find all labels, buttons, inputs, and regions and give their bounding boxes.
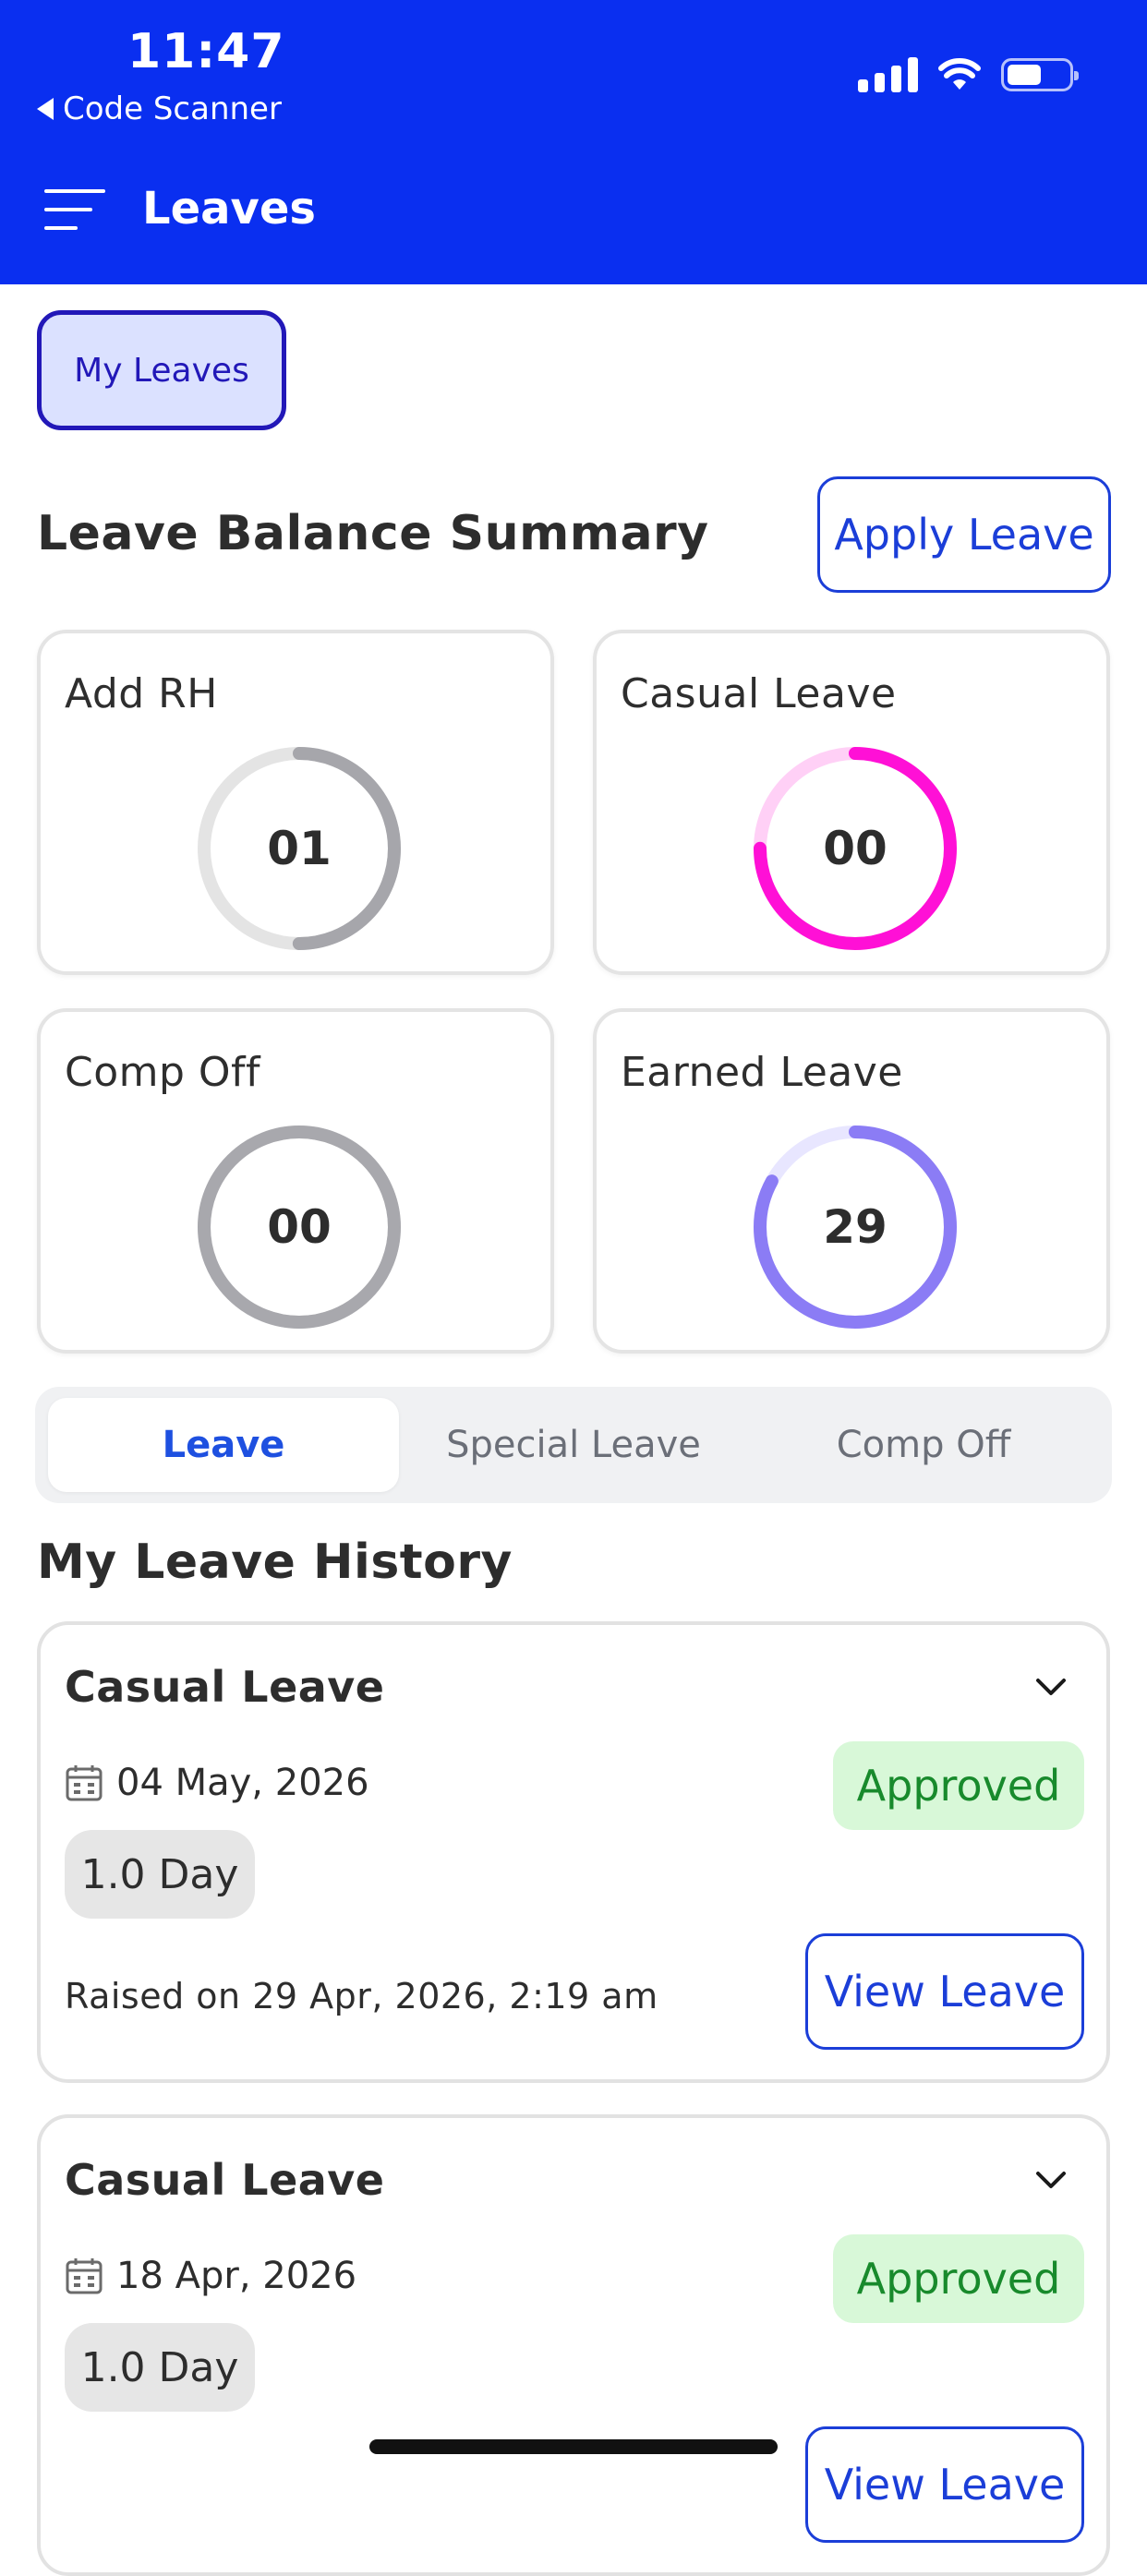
back-app-label: Code Scanner: [63, 90, 282, 127]
status-badge: Approved: [833, 1741, 1084, 1830]
status-badge: Approved: [833, 2234, 1084, 2323]
view-leave-button[interactable]: View Leave: [805, 1933, 1084, 2050]
my-leaves-chip[interactable]: My Leaves: [37, 310, 286, 430]
balance-card-earned-leave[interactable]: Earned Leave 29: [593, 1008, 1110, 1354]
balance-card-label: Earned Leave: [621, 1049, 903, 1096]
balance-card-value: 01: [267, 822, 332, 875]
tab-leave[interactable]: Leave: [48, 1398, 399, 1492]
balance-card-value: 00: [823, 822, 887, 875]
calendar-icon: [66, 2258, 103, 2294]
balance-card-value: 00: [267, 1200, 332, 1254]
balance-card-comp-off[interactable]: Comp Off 00: [37, 1008, 554, 1354]
balance-card-label: Casual Leave: [621, 670, 897, 717]
leave-date-row: 04 May, 2026: [65, 1762, 369, 1804]
view-leave-button[interactable]: View Leave: [805, 2426, 1084, 2543]
menu-icon[interactable]: [44, 189, 105, 232]
tab-special-leave[interactable]: Special Leave: [398, 1398, 749, 1492]
apply-leave-button[interactable]: Apply Leave: [817, 476, 1111, 593]
balance-card-value: 29: [823, 1200, 887, 1254]
leave-history-card[interactable]: Casual Leave 04 May, 2026 Approved 1.0 D…: [37, 1621, 1110, 2083]
leave-type-tabs: Leave Special Leave Comp Off: [35, 1387, 1112, 1503]
raised-on-text: Raised on 29 Apr, 2026, 2:19 am: [65, 1976, 658, 2016]
balance-card-label: Comp Off: [65, 1049, 261, 1096]
leave-date: 18 Apr, 2026: [116, 2255, 357, 2297]
leave-type: Casual Leave: [65, 1662, 385, 1712]
history-title: My Leave History: [37, 1535, 513, 1590]
calendar-icon: [66, 1765, 103, 1801]
battery-icon: [1001, 58, 1079, 91]
leave-date: 04 May, 2026: [116, 1762, 369, 1804]
tab-comp-off[interactable]: Comp Off: [748, 1398, 1099, 1492]
balance-card-add-rh[interactable]: Add RH 01: [37, 630, 554, 975]
chevron-down-icon[interactable]: [1032, 1673, 1069, 1701]
chevron-down-icon[interactable]: [1032, 2166, 1069, 2194]
home-indicator[interactable]: [369, 2439, 778, 2454]
summary-title: Leave Balance Summary: [37, 506, 709, 561]
balance-card-label: Add RH: [65, 670, 218, 717]
balance-card-casual-leave[interactable]: Casual Leave 00: [593, 630, 1110, 975]
leave-duration-badge: 1.0 Day: [65, 2323, 255, 2412]
app-header: 11:47 Code Scanner Leaves: [0, 0, 1147, 284]
leave-date-row: 18 Apr, 2026: [65, 2255, 356, 2297]
status-icons: [858, 57, 1079, 92]
back-to-app-link[interactable]: Code Scanner: [37, 90, 282, 127]
leave-type: Casual Leave: [65, 2155, 385, 2205]
status-time: 11:47: [127, 24, 285, 79]
leave-duration-badge: 1.0 Day: [65, 1830, 255, 1919]
back-arrow-icon: [37, 98, 54, 120]
leave-history-card[interactable]: Casual Leave 18 Apr, 2026 Approved 1.0 D…: [37, 2114, 1110, 2576]
cellular-signal-icon: [858, 57, 918, 92]
page-title: Leaves: [142, 183, 316, 235]
wifi-icon: [938, 58, 981, 90]
